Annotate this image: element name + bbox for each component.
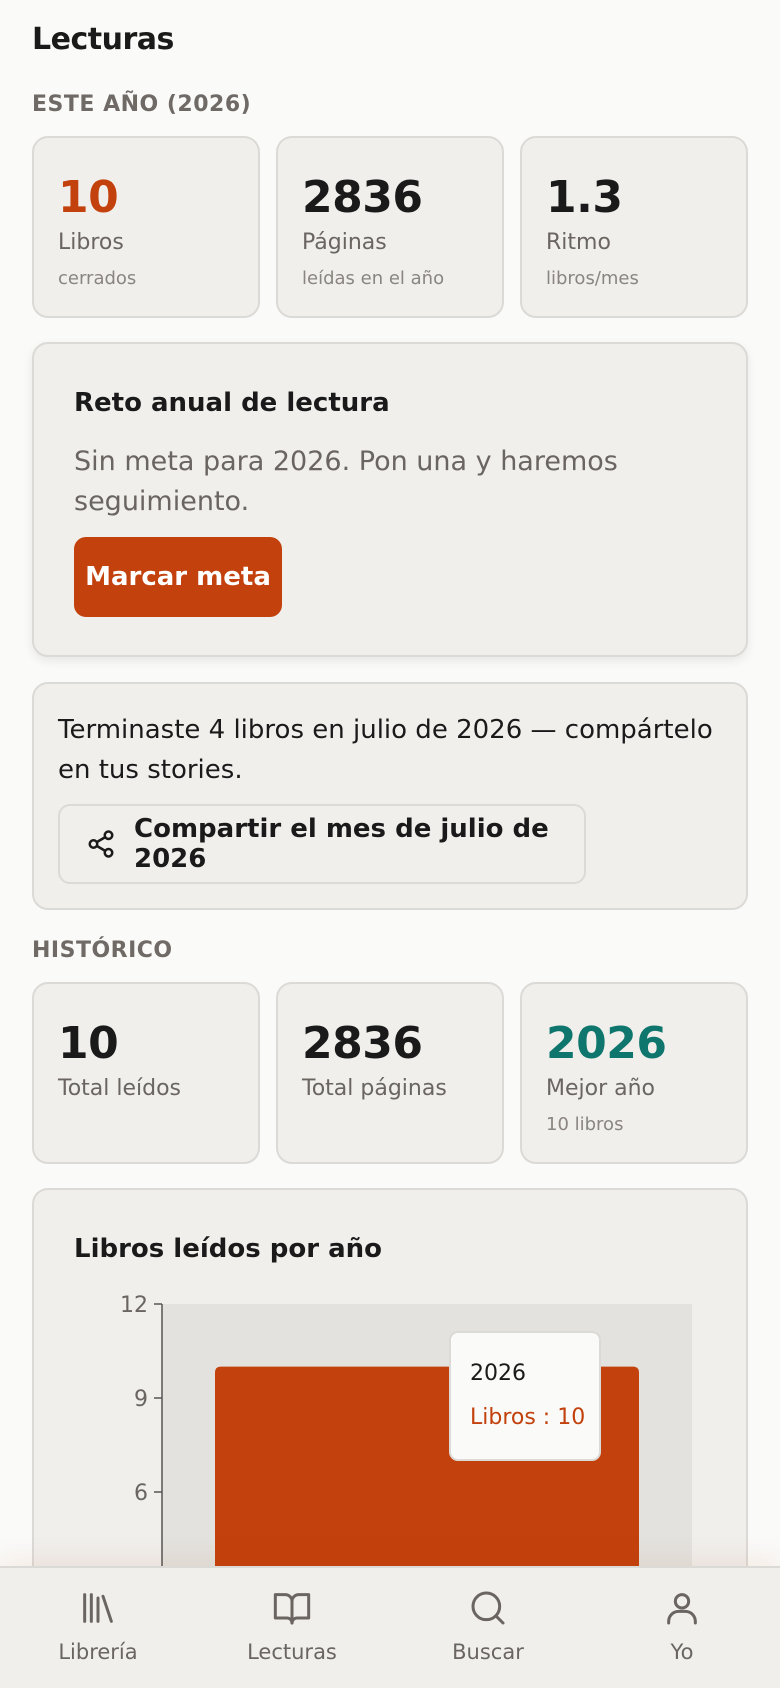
section-label-history: HISTÓRICO xyxy=(32,938,173,963)
user-icon xyxy=(667,1593,697,1625)
book-open-icon xyxy=(273,1593,311,1625)
stat-value: 2026 xyxy=(546,1018,667,1069)
stat-value: 10 xyxy=(58,172,119,223)
challenge-text: Sin meta para 2026. Pon una y haremos se… xyxy=(74,446,618,517)
challenge-title: Reto anual de lectura xyxy=(74,388,390,418)
stat-sub: 10 libros xyxy=(546,1114,624,1135)
chart-tooltip-title: 2026 xyxy=(470,1361,526,1386)
stat-value: 2836 xyxy=(302,172,423,223)
chart-y-tick-label: 12 xyxy=(120,1293,148,1318)
share-month-button[interactable]: Compartir el mes de julio de 2026 xyxy=(58,804,586,884)
nav-label: Yo xyxy=(670,1640,694,1664)
share-button-label: Compartir el mes de julio de 2026 xyxy=(134,814,549,874)
nav-item-profile[interactable]: Yo xyxy=(602,1568,762,1688)
stat-card-pages: 2836 Páginas leídas en el año xyxy=(276,136,504,318)
stat-card-total-read: 10 Total leídos xyxy=(32,982,260,1164)
share-text: Terminaste 4 libros en julio de 2026 — c… xyxy=(58,715,713,785)
stat-value: 10 xyxy=(58,1018,119,1069)
nav-label: Librería xyxy=(58,1640,138,1664)
library-icon xyxy=(83,1593,113,1623)
chart-y-tick-label: 9 xyxy=(134,1387,148,1412)
chart-tooltip-value: Libros : 10 xyxy=(470,1405,585,1430)
stat-label: Total leídos xyxy=(58,1076,182,1101)
reading-challenge-card: Reto anual de lectura Sin meta para 2026… xyxy=(32,342,748,657)
stat-card-best-year: 2026 Mejor año 10 libros xyxy=(520,982,748,1164)
stat-card-pace: 1.3 Ritmo libros/mes xyxy=(520,136,748,318)
stat-value: 2836 xyxy=(302,1018,423,1069)
nav-label: Lecturas xyxy=(247,1640,337,1664)
search-icon xyxy=(471,1591,505,1625)
stat-sub: leídas en el año xyxy=(302,268,445,289)
stat-sub: cerrados xyxy=(58,268,137,289)
chart-y-tick-label: 6 xyxy=(134,1481,148,1506)
stat-card-books: 10 Libros cerrados xyxy=(32,136,260,318)
stat-value: 1.3 xyxy=(546,172,623,223)
section-label-this-year: ESTE AÑO (2026) xyxy=(32,92,252,117)
share-icon xyxy=(88,830,114,858)
chart-tooltip xyxy=(449,1331,601,1461)
stat-label: Mejor año xyxy=(546,1076,656,1101)
stat-label: Libros xyxy=(58,230,124,255)
nav-label: Buscar xyxy=(452,1640,524,1664)
nav-item-search[interactable]: Buscar xyxy=(408,1568,568,1688)
nav-item-library[interactable]: Librería xyxy=(18,1568,178,1688)
set-goal-button[interactable]: Marcar meta xyxy=(74,537,282,617)
stat-card-total-pages: 2836 Total páginas xyxy=(276,982,504,1164)
page-title: Lecturas xyxy=(32,22,174,57)
share-month-card: Terminaste 4 libros en julio de 2026 — c… xyxy=(32,682,748,910)
stat-label: Páginas xyxy=(302,230,387,255)
stat-label: Ritmo xyxy=(546,230,611,255)
bottom-nav: Librería Lecturas Buscar Yo xyxy=(0,1566,780,1688)
nav-item-readings[interactable]: Lecturas xyxy=(212,1568,372,1688)
stat-sub: libros/mes xyxy=(546,268,639,289)
stat-label: Total páginas xyxy=(302,1076,447,1101)
